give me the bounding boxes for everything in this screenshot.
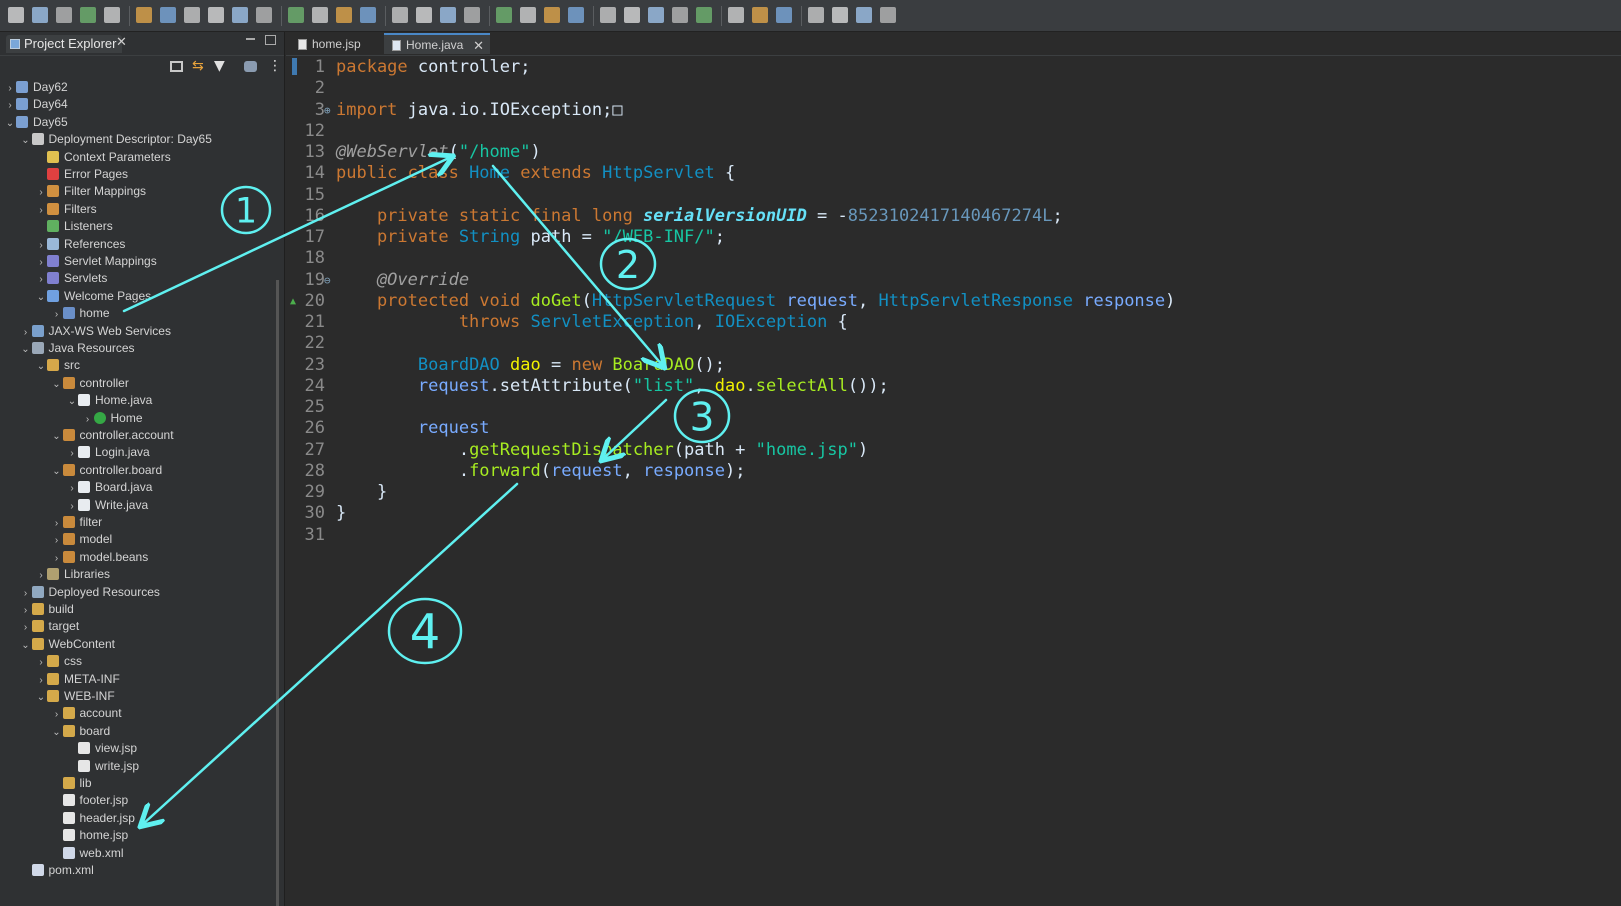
annotation-circle-1: 1	[220, 185, 272, 235]
annotation-number: 4	[410, 605, 441, 661]
annotation-overlay: 1 2 3 4	[122, 0, 731, 906]
annotation-number: 1	[235, 192, 257, 232]
annotation-arrow-1	[122, 157, 451, 313]
annotation-circle-2: 2	[599, 237, 657, 291]
annotation-circle-3: 3	[673, 388, 731, 444]
annotation-arrow-4	[142, 482, 519, 825]
annotation-arrow-3	[603, 398, 668, 459]
annotation-circle-4: 4	[387, 597, 463, 665]
annotation-number: 3	[690, 395, 715, 440]
annotation-number: 2	[616, 243, 640, 287]
